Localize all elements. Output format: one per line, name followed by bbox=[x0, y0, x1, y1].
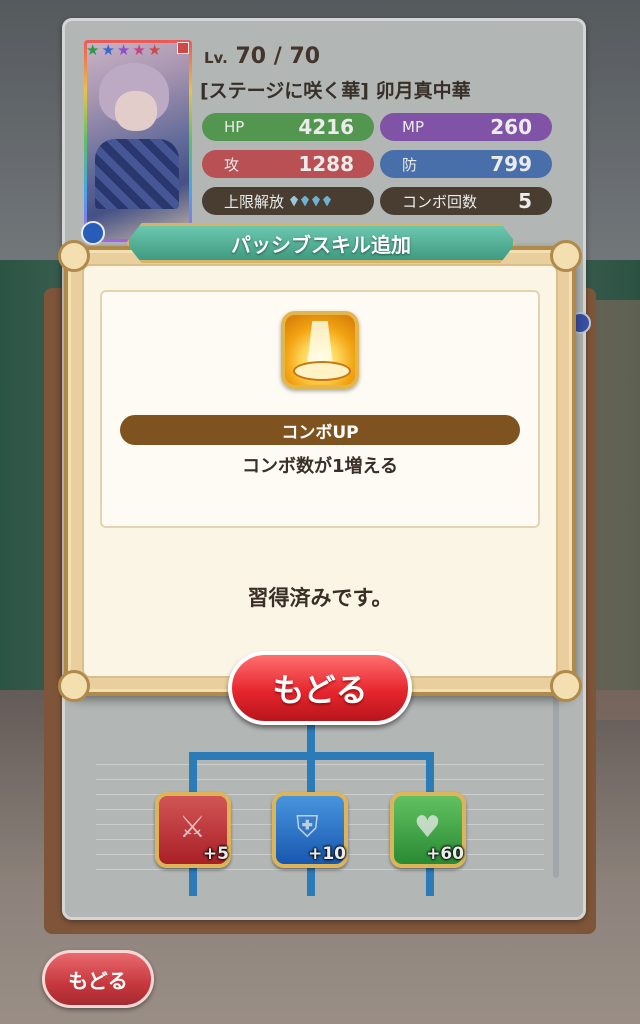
status-message: 習得済みです。 bbox=[247, 586, 393, 610]
skill-description: コンボ数が1増える bbox=[242, 456, 398, 477]
dialog-title-banner: パッシブスキル追加 bbox=[126, 223, 516, 263]
dialog-back-button-label: もどる bbox=[272, 671, 368, 709]
footer-back-button-label: もどる bbox=[68, 968, 128, 993]
dialog-title: パッシブスキル追加 bbox=[231, 232, 411, 257]
dialog-back-button[interactable]: もどる bbox=[228, 651, 412, 725]
footer-back-button[interactable]: もどる bbox=[42, 950, 154, 1008]
combo-up-icon bbox=[281, 311, 359, 389]
skill-name: コンボUP bbox=[281, 422, 359, 443]
skill-name-bar: コンボUP bbox=[120, 415, 520, 445]
